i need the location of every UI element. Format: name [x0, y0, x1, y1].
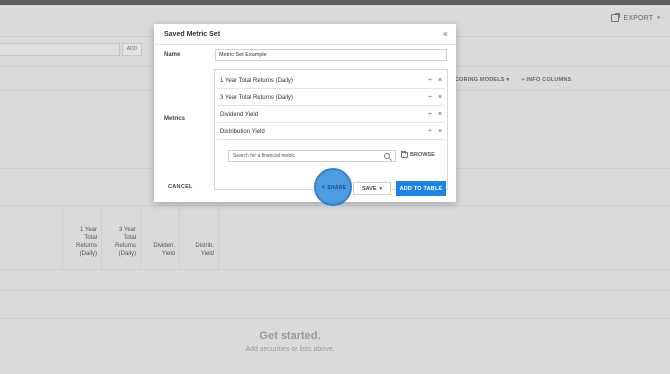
- column-divider: [218, 205, 219, 269]
- chevron-down-icon: ▾: [657, 15, 660, 21]
- divider: [0, 290, 670, 291]
- column-divider: [140, 205, 141, 269]
- share-label: SHARE: [327, 185, 347, 191]
- remove-icon[interactable]: ×: [435, 77, 445, 84]
- name-field[interactable]: Metric Set Example: [215, 49, 447, 61]
- info-columns-button[interactable]: + INFO COLUMNS: [521, 77, 571, 83]
- remove-icon[interactable]: ×: [435, 111, 445, 118]
- remove-icon[interactable]: ×: [435, 128, 445, 135]
- drag-handle-icon[interactable]: ÷: [425, 128, 435, 135]
- folder-icon: [401, 151, 408, 158]
- search-placeholder: Search for a financial metric: [233, 153, 295, 159]
- top-bar: [0, 0, 670, 5]
- metric-label: Dividend Yield: [220, 111, 259, 118]
- metric-label: 1 Year Total Returns (Daily): [220, 77, 293, 84]
- drag-handle-icon[interactable]: ÷: [425, 77, 435, 84]
- divider: [0, 318, 670, 319]
- empty-state-subtitle: Add securities or lists above.: [245, 346, 335, 353]
- metric-search-input[interactable]: Search for a financial metric: [228, 150, 396, 162]
- empty-state-title: Get started.: [259, 330, 321, 342]
- browse-button[interactable]: BROWSE: [401, 151, 435, 158]
- scoring-models-menu[interactable]: CORING MODELS ▾: [455, 77, 509, 83]
- dialog-title: Saved Metric Set: [164, 31, 221, 38]
- remove-icon[interactable]: ×: [435, 94, 445, 101]
- share-button[interactable]: < SHARE: [318, 182, 350, 194]
- browse-label: BROWSE: [410, 152, 435, 158]
- drag-handle-icon[interactable]: ÷: [425, 94, 435, 101]
- cancel-button[interactable]: CANCEL: [168, 184, 193, 190]
- column-header-3y-returns[interactable]: 3 Year Total Returns (Daily): [101, 226, 136, 258]
- security-input[interactable]: [0, 43, 120, 56]
- add-to-table-button[interactable]: ADD TO TABLE: [396, 181, 446, 196]
- metric-row: 3 Year Total Returns (Daily) ÷ ×: [217, 90, 445, 106]
- drag-handle-icon[interactable]: ÷: [425, 111, 435, 118]
- saved-metric-set-dialog: Saved Metric Set × Name Metric Set Examp…: [154, 24, 456, 206]
- empty-state: Get started. Add securities or lists abo…: [240, 330, 340, 355]
- metrics-label: Metrics: [164, 116, 186, 122]
- add-button[interactable]: ADD: [122, 43, 142, 56]
- column-header-1y-returns[interactable]: 1 Year Total Returns (Daily): [62, 226, 97, 258]
- share-icon: <: [321, 185, 326, 191]
- divider: [0, 269, 670, 270]
- metric-row: 1 Year Total Returns (Daily) ÷ ×: [217, 73, 445, 89]
- save-dropdown-button[interactable]: SAVE ▾: [353, 182, 391, 195]
- search-icon: [384, 153, 390, 159]
- dialog-footer: CANCEL < SHARE SAVE ▾ ADD TO TABLE: [154, 168, 456, 206]
- metric-row: Dividend Yield ÷ ×: [217, 107, 445, 123]
- save-label: SAVE: [361, 185, 377, 192]
- export-button[interactable]: EXPORT ▾: [611, 13, 660, 22]
- chevron-down-icon: ▾: [379, 185, 383, 192]
- column-divider: [179, 205, 180, 269]
- export-label: EXPORT: [623, 14, 654, 22]
- divider: [154, 44, 456, 45]
- metric-row: Distribution Yield ÷ ×: [217, 124, 445, 140]
- column-header-dividend-yield[interactable]: Dividen. Yield: [140, 242, 175, 258]
- name-label: Name: [164, 52, 181, 58]
- close-icon[interactable]: ×: [443, 29, 448, 39]
- column-header-distribution-yield[interactable]: Distrib. Yield: [179, 242, 214, 258]
- metric-label: 3 Year Total Returns (Daily): [220, 94, 293, 101]
- toolbar: CORING MODELS ▾ + INFO COLUMNS: [455, 77, 571, 83]
- metric-label: Distribution Yield: [220, 128, 265, 135]
- export-icon: [611, 13, 621, 22]
